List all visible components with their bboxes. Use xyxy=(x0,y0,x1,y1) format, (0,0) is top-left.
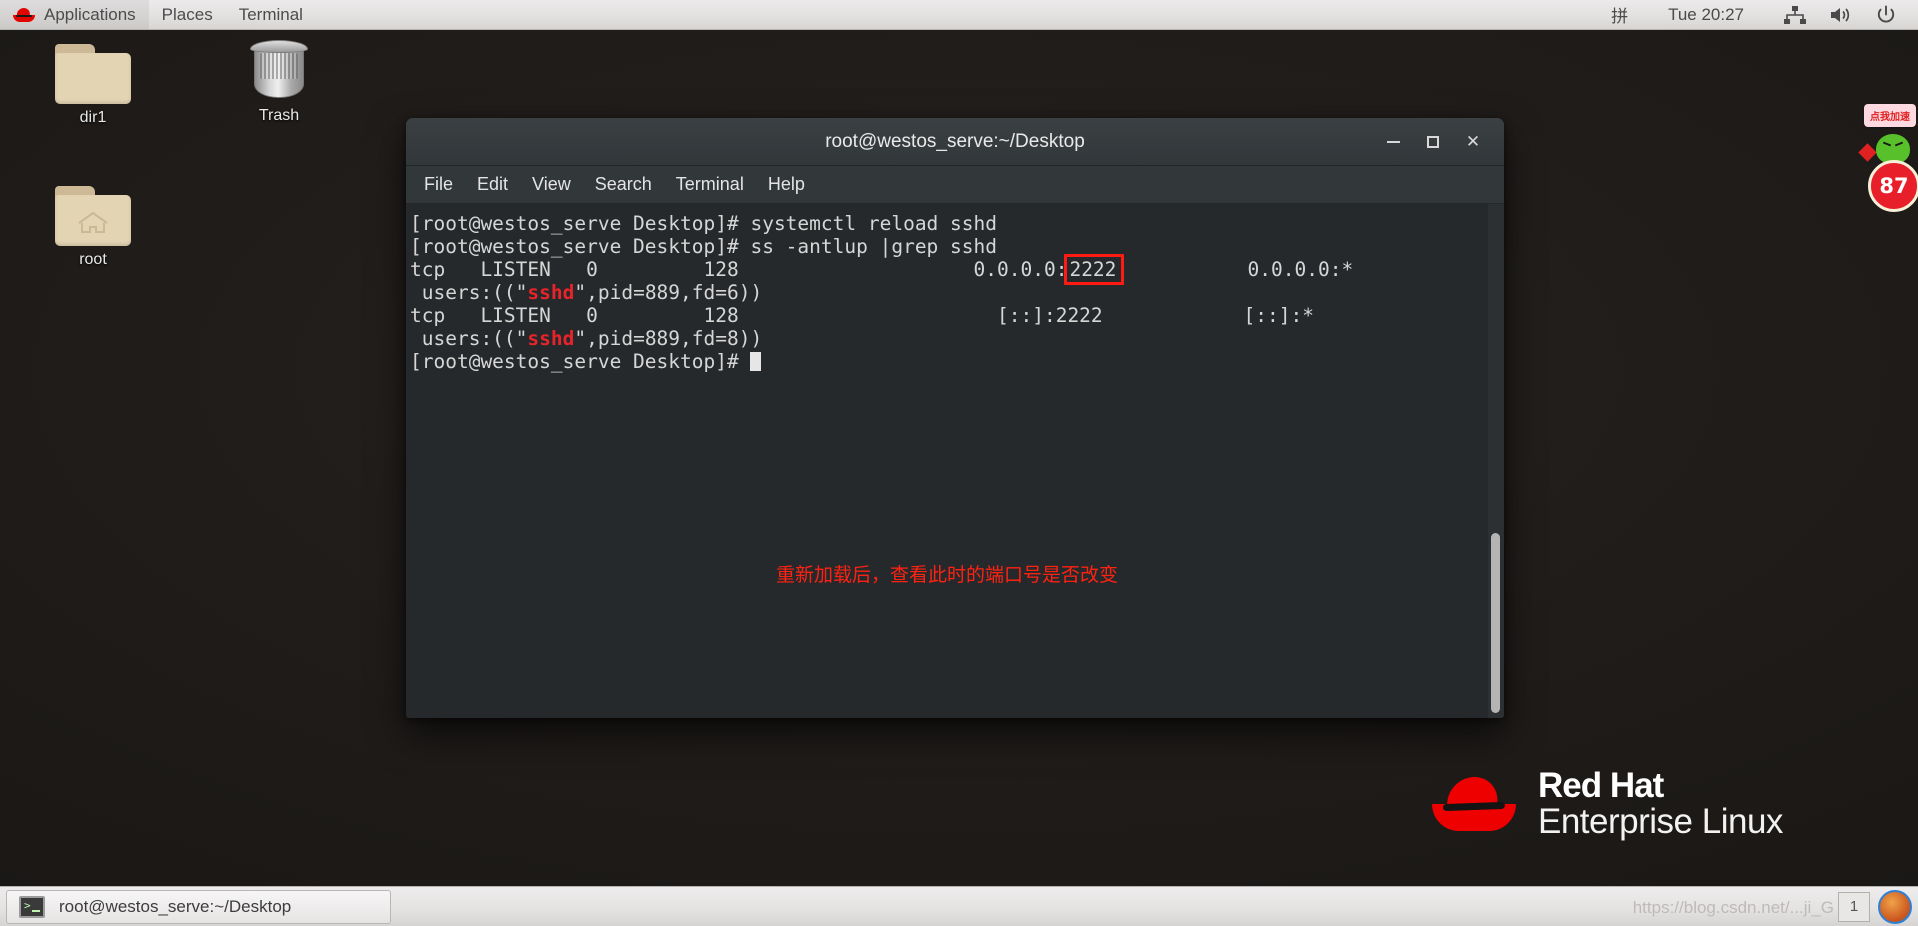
taskbar-item-label: root@westos_serve:~/Desktop xyxy=(59,896,292,916)
terminal-window[interactable]: root@westos_serve:~/Desktop ✕ File Edit … xyxy=(406,118,1504,718)
redhat-fedora-icon xyxy=(13,7,35,22)
rhel-branding: Red Hat Enterprise Linux xyxy=(1432,768,1783,839)
applications-menu-label: Applications xyxy=(44,4,136,24)
ad-diamond-icon xyxy=(1858,143,1877,162)
places-menu-label: Places xyxy=(161,4,213,24)
network-button[interactable] xyxy=(1772,0,1818,29)
volume-icon xyxy=(1831,7,1850,22)
network-wired-icon xyxy=(1784,5,1806,24)
maximize-button[interactable] xyxy=(1414,125,1452,159)
term-line-4-red: sshd xyxy=(527,281,575,304)
term-line-4-post: ",pid=889,fd=6)) xyxy=(574,281,763,304)
taskbar-avatar[interactable] xyxy=(1878,889,1912,924)
term-line-6-red: sshd xyxy=(527,327,575,350)
workspace-label: 1 xyxy=(1849,898,1859,915)
desktop-icon-dir1[interactable]: dir1 xyxy=(34,44,152,127)
desktop-icon-trash[interactable]: Trash xyxy=(220,40,338,125)
trash-icon xyxy=(250,40,308,102)
home-glyph-icon xyxy=(78,212,108,233)
terminal-scrollbar[interactable] xyxy=(1488,204,1504,718)
places-menu[interactable]: Places xyxy=(149,0,226,29)
redhat-hat-icon xyxy=(1432,776,1516,831)
terminal-title-bar[interactable]: root@westos_serve:~/Desktop ✕ xyxy=(406,118,1504,166)
terminal-scrollbar-thumb[interactable] xyxy=(1491,532,1500,713)
term-prompt: [root@westos_serve Desktop]# xyxy=(410,350,751,373)
term-menu-view[interactable]: View xyxy=(520,170,583,199)
term-line-6-post: ",pid=889,fd=8)) xyxy=(574,327,763,350)
rhel-wordmark: Red Hat Enterprise Linux xyxy=(1538,768,1783,839)
rhel-line2: Enterprise Linux xyxy=(1538,801,1783,841)
term-line-1: [root@westos_serve Desktop]# systemctl r… xyxy=(410,212,997,235)
workspace-switcher[interactable]: 1 xyxy=(1838,891,1870,922)
port-highlight: 2222 xyxy=(1064,254,1125,285)
term-line-5: tcp LISTEN 0 128 [::]:2222 [::]:* xyxy=(410,304,1314,327)
term-line-2: [root@westos_serve Desktop]# ss -antlup … xyxy=(410,235,997,258)
taskbar-right: https://blog.csdn.net/...ji_G 1 xyxy=(1633,889,1918,924)
term-line-6-pre: users:((" xyxy=(410,327,528,350)
term-line-4-pre: users:((" xyxy=(410,281,528,304)
terminal-body[interactable]: [root@westos_serve Desktop]# systemctl r… xyxy=(406,204,1504,718)
applications-menu[interactable]: Applications xyxy=(0,0,149,29)
system-tray: 拼 Tue 20:27 xyxy=(1599,0,1918,29)
ime-indicator[interactable]: 拼 xyxy=(1599,0,1640,29)
terminal-menu[interactable]: Terminal xyxy=(226,0,316,29)
terminal-menu-label: Terminal xyxy=(238,4,303,24)
term-line-3-post: 0.0.0.0:* xyxy=(1118,258,1354,281)
folder-icon xyxy=(55,44,131,104)
power-icon xyxy=(1877,5,1895,22)
terminal-menu-bar: File Edit View Search Terminal Help xyxy=(406,166,1504,204)
term-menu-edit[interactable]: Edit xyxy=(465,170,520,199)
ad-bubble-label[interactable]: 点我加速 xyxy=(1864,104,1916,127)
taskbar: root@westos_serve:~/Desktop https://blog… xyxy=(0,886,1918,926)
close-button[interactable]: ✕ xyxy=(1454,125,1492,159)
ad-score-badge[interactable]: 87 xyxy=(1868,160,1918,212)
term-menu-help[interactable]: Help xyxy=(756,170,817,199)
terminal-cursor xyxy=(750,352,762,371)
window-controls: ✕ xyxy=(1374,125,1504,159)
desktop-icon-root-label: root xyxy=(79,251,107,268)
terminal-output[interactable]: [root@westos_serve Desktop]# systemctl r… xyxy=(406,204,1488,718)
volume-button[interactable] xyxy=(1818,0,1864,29)
term-menu-search[interactable]: Search xyxy=(583,170,664,199)
desktop-icon-root[interactable]: root xyxy=(34,186,152,269)
term-menu-file[interactable]: File xyxy=(412,170,465,199)
top-panel-menus: Applications Places Terminal xyxy=(0,0,316,29)
desktop[interactable]: Applications Places Terminal 拼 Tue 20:27 xyxy=(0,0,1918,926)
taskbar-item-terminal[interactable]: root@westos_serve:~/Desktop xyxy=(6,889,391,924)
clock-button[interactable]: Tue 20:27 xyxy=(1640,0,1772,29)
ime-label: 拼 xyxy=(1611,7,1629,26)
floating-ad-widget[interactable]: 点我加速 87 xyxy=(1844,98,1918,212)
watermark-text: https://blog.csdn.net/...ji_G xyxy=(1632,897,1834,917)
window-title: root@westos_serve:~/Desktop xyxy=(825,130,1085,152)
desktop-icon-trash-label: Trash xyxy=(258,107,300,124)
top-panel: Applications Places Terminal 拼 Tue 20:27 xyxy=(0,0,1918,30)
power-button[interactable] xyxy=(1864,0,1908,29)
desktop-icon-dir1-label: dir1 xyxy=(79,109,107,126)
home-folder-icon xyxy=(55,186,131,246)
clock-label: Tue 20:27 xyxy=(1668,4,1744,24)
term-menu-terminal[interactable]: Terminal xyxy=(664,170,756,199)
terminal-icon xyxy=(19,895,45,918)
rhel-line1: Red Hat xyxy=(1538,766,1664,805)
term-line-3-pre: tcp LISTEN 0 128 0.0.0.0: xyxy=(410,258,1068,281)
minimize-button[interactable] xyxy=(1374,125,1412,159)
annotation-text: 重新加载后，查看此时的端口号是否改变 xyxy=(775,564,1118,586)
